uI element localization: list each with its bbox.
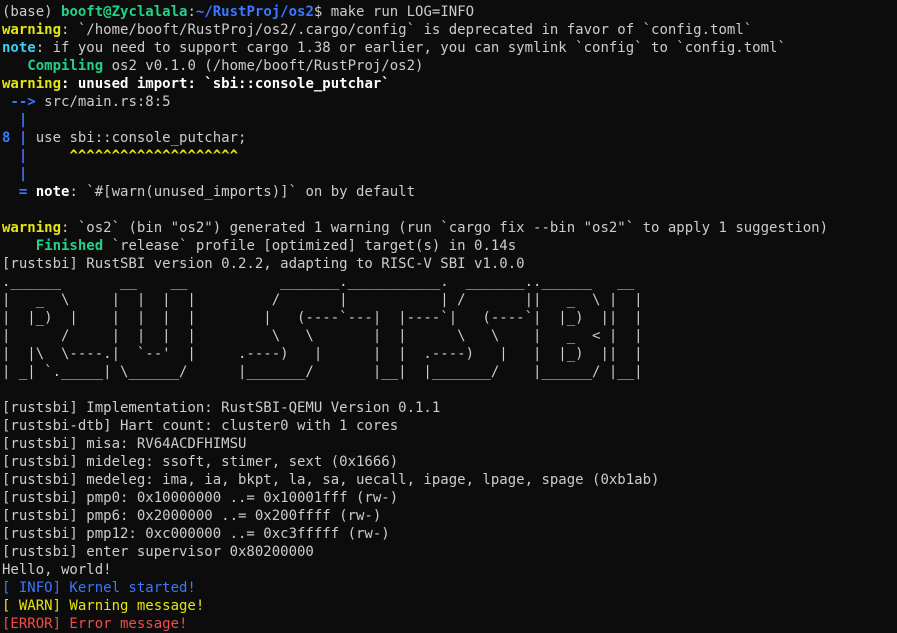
warning-line-summary: warning: `os2` (bin "os2") generated 1 w… — [2, 219, 895, 237]
code-line: 8 | use sbi::console_putchar; — [2, 129, 895, 147]
gutter: | — [2, 148, 28, 164]
finished-label: Finished — [2, 238, 104, 254]
source-location: src/main.rs:8:5 — [44, 94, 171, 110]
gutter-line: | — [2, 112, 28, 128]
warning-text: : unused import: `sbi::console_putchar` — [61, 76, 390, 92]
ascii-art-row: | _| `._____| \______/ |_______/ |__| |_… — [2, 364, 643, 380]
boot-line: [rustsbi] mideleg: ssoft, stimer, sext (… — [2, 454, 399, 470]
ascii-art-row: | |_) | | | | | | (----`---| |----`| (--… — [2, 310, 643, 326]
compiling-line: Compiling os2 v0.1.0 (/home/booft/RustPr… — [2, 57, 895, 75]
current-directory: ~/RustProj/os2 — [195, 4, 314, 20]
user-host: booft@Zyclalala — [61, 4, 188, 20]
boot-line: [rustsbi] medeleg: ima, ia, bkpt, la, sa… — [2, 472, 660, 488]
boot-line: [rustsbi] enter supervisor 0x80200000 — [2, 544, 314, 560]
prompt-line: (base) booft@Zyclalala:~/RustProj/os2$ m… — [2, 3, 895, 21]
prompt-symbol: $ — [313, 4, 331, 20]
source-location-line: --> src/main.rs:8:5 — [2, 93, 895, 111]
caret-line: | ^^^^^^^^^^^^^^^^^^^^ — [2, 147, 895, 165]
boot-line: [rustsbi] misa: RV64ACDFHIMSU — [2, 436, 247, 452]
log-warn-line: [ WARN] Warning message! — [2, 598, 205, 614]
ascii-art-row: .______ __ __ _______.___________. _____… — [2, 274, 635, 290]
caret-marks: ^^^^^^^^^^^^^^^^^^^^ — [27, 148, 239, 164]
boot-line: [rustsbi] pmp6: 0x2000000 ..= 0x200ffff … — [2, 508, 382, 524]
warning-line-config: warning: `/home/booft/RustProj/os2/.carg… — [2, 21, 895, 39]
compiling-text: os2 v0.1.0 (/home/booft/RustProj/os2) — [103, 58, 424, 74]
boot-line: [rustsbi] Implementation: RustSBI-QEMU V… — [2, 400, 441, 416]
rustsbi-ascii-logo: .______ __ __ _______.___________. _____… — [2, 273, 895, 381]
boot-line: [rustsbi-dtb] Hart count: cluster0 with … — [2, 418, 399, 434]
note-label: note — [2, 40, 36, 56]
warning-line-unused-import: warning: unused import: `sbi::console_pu… — [2, 75, 895, 93]
note-text: : if you need to support cargo 1.38 or e… — [35, 40, 786, 56]
arrow-marker: --> — [2, 94, 45, 110]
log-info-line: [ INFO] Kernel started! — [2, 580, 196, 596]
log-error-line: [ERROR] Error message! — [2, 616, 188, 632]
terminal-window[interactable]: (base) booft@Zyclalala:~/RustProj/os2$ m… — [2, 3, 895, 633]
rustsbi-version-line: [rustsbi] RustSBI version 0.2.2, adaptin… — [2, 256, 525, 272]
finished-text: `release` profile [optimized] target(s) … — [103, 238, 517, 254]
note-label: note — [35, 184, 70, 200]
warning-label: warning — [2, 22, 62, 38]
gutter-line: | — [2, 166, 28, 182]
prompt-colon: : — [187, 4, 196, 20]
note-prefix: = — [2, 184, 36, 200]
note-text: : `#[warn(unused_imports)]` on by defaul… — [69, 184, 416, 200]
warning-label: warning — [2, 76, 62, 92]
boot-line: [rustsbi] pmp0: 0x10000000 ..= 0x10001ff… — [2, 490, 399, 506]
note-line-symlink: note: if you need to support cargo 1.38 … — [2, 39, 895, 57]
note-line-default: = note: `#[warn(unused_imports)]` on by … — [2, 183, 895, 201]
boot-line: [rustsbi] pmp12: 0xc000000 ..= 0xc3fffff… — [2, 526, 390, 542]
compiling-label: Compiling — [2, 58, 104, 74]
line-number-gutter: 8 | — [2, 130, 28, 146]
boot-output: [rustsbi] Implementation: RustSBI-QEMU V… — [2, 399, 895, 579]
code-text: use sbi::console_putchar; — [27, 130, 247, 146]
warning-text: : `/home/booft/RustProj/os2/.cargo/confi… — [61, 22, 753, 38]
finished-line: Finished `release` profile [optimized] t… — [2, 237, 895, 255]
ascii-art-row: | _ \ | | | | / | | / || _ \ | | — [2, 292, 643, 308]
hello-world-line: Hello, world! — [2, 562, 112, 578]
ascii-art-row: | / | | | | \ \ | | \ \ | _ < | | — [2, 328, 643, 344]
conda-env: (base) — [2, 4, 62, 20]
command-text: make run LOG=INFO — [330, 4, 475, 20]
ascii-art-row: | |\ \----.| `--' | .----) | | | .----) … — [2, 346, 643, 362]
warning-text: : `os2` (bin "os2") generated 1 warning … — [61, 220, 829, 236]
warning-label: warning — [2, 220, 62, 236]
